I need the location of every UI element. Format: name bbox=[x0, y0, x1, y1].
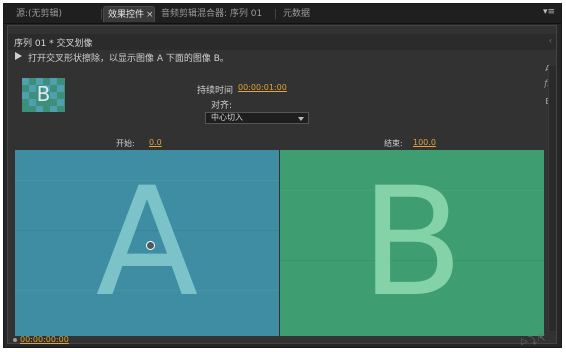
play-transition-icon[interactable] bbox=[15, 52, 22, 60]
tab-audio-clip-mixer-label: 音频剪辑混合器: 序列 01 bbox=[161, 9, 263, 19]
duration-value[interactable]: 00:00:01:00 bbox=[238, 83, 287, 92]
end-label: 结束: bbox=[384, 139, 403, 148]
tab-metadata-label: 元数据 bbox=[283, 9, 311, 19]
effect-controls-panel: 序列 01 * 交叉划像 ‹ 打开交叉形状擦除，以显示图像 A 下面的图像 B。… bbox=[7, 25, 557, 347]
start-value[interactable]: 0.0 bbox=[149, 138, 162, 147]
tab-effect-controls[interactable]: 效果控件 × bbox=[103, 6, 155, 22]
tab-source-label: 源:(无剪辑) bbox=[16, 9, 63, 19]
end-value[interactable]: 100.0 bbox=[413, 138, 436, 147]
panel-footer: 00:00:00:00 ▷⤵ ⇱ bbox=[8, 334, 556, 347]
playhead-dot-icon bbox=[13, 338, 17, 342]
play-audio-icon[interactable]: ▷⤵ bbox=[521, 334, 537, 347]
dropdown-arrow-icon bbox=[298, 117, 304, 121]
tab-close-icon[interactable]: × bbox=[146, 10, 154, 20]
export-icon[interactable]: ⇱ bbox=[538, 334, 546, 344]
alignment-label: 对齐: bbox=[211, 101, 233, 111]
tab-audio-clip-mixer[interactable]: 音频剪辑混合器: 序列 01 bbox=[157, 6, 266, 22]
transition-thumbnail: B bbox=[22, 78, 65, 112]
current-time[interactable]: 00:00:00:00 bbox=[20, 335, 69, 344]
start-end-row: 开始: 0.0 结束: 100.0 bbox=[8, 138, 538, 150]
tab-metadata[interactable]: 元数据 bbox=[279, 6, 314, 22]
clip-header: 序列 01 * 交叉划像 ‹ bbox=[8, 34, 556, 50]
preview-b-letter: B bbox=[360, 156, 464, 330]
sequence-clip-title: 序列 01 * 交叉划像 bbox=[14, 39, 93, 49]
start-label: 开始: bbox=[116, 139, 135, 148]
transition-description: 打开交叉形状擦除，以显示图像 A 下面的图像 B。 bbox=[8, 50, 538, 64]
effect-controls-window: 源:(无剪辑) 效果控件 × 音频剪辑混合器: 序列 01 元数据 ▾≡ 序列 0… bbox=[3, 3, 562, 348]
thumbnail-letter: B bbox=[36, 82, 51, 106]
description-text: 打开交叉形状擦除，以显示图像 A 下面的图像 B。 bbox=[28, 54, 229, 64]
center-point-handle[interactable] bbox=[146, 241, 155, 250]
tab-divider bbox=[101, 9, 102, 19]
tab-divider bbox=[275, 9, 276, 19]
tab-effect-controls-label: 效果控件 bbox=[108, 10, 145, 20]
duration-label: 持续时间 bbox=[197, 86, 234, 96]
preview-b[interactable]: B bbox=[280, 150, 544, 336]
preview-a[interactable]: A bbox=[15, 150, 279, 336]
panel-tab-bar: 源:(无剪辑) 效果控件 × 音频剪辑混合器: 序列 01 元数据 ▾≡ bbox=[4, 4, 561, 24]
alignment-dropdown[interactable]: 中心切入 bbox=[205, 112, 309, 124]
vertical-scrollbar[interactable] bbox=[548, 66, 556, 331]
tab-source[interactable]: 源:(无剪辑) bbox=[12, 6, 66, 22]
panel-menu-icon[interactable]: ▾≡ bbox=[543, 7, 555, 17]
alignment-value: 中心切入 bbox=[211, 113, 243, 122]
